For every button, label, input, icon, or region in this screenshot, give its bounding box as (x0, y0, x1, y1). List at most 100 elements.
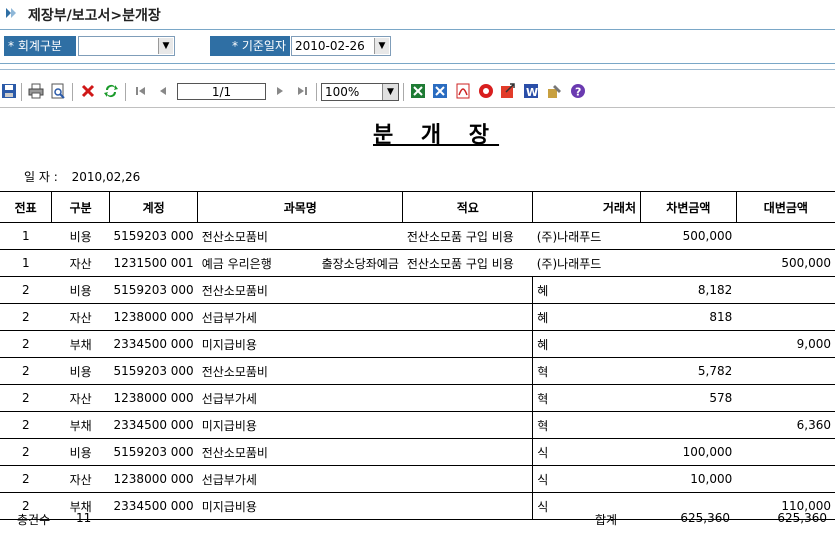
cell-partner: 혁 (532, 384, 641, 412)
cell-partner: 혜 (532, 330, 641, 358)
cell-memo: 전산소모품 구입 비용 (402, 222, 533, 250)
cell-debit (640, 411, 737, 439)
cell-account: 1238000 000 (109, 384, 198, 412)
chevron-down-icon[interactable]: ▼ (158, 38, 173, 54)
cell-debit: 818 (640, 303, 737, 331)
account-type-select[interactable]: ▼ (78, 36, 175, 56)
table-row: 2 자산 1238000 000 선급부가세 식 10,000 (0, 465, 835, 493)
word-icon[interactable]: W (523, 83, 539, 99)
table-row: 2 자산 1238000 000 선급부가세 혁 578 (0, 384, 835, 412)
report-footer: 총건수 11 합계 625,360 625,360 (0, 507, 835, 531)
cell-type: 자산 (51, 303, 110, 331)
table-row: 2 자산 1238000 000 선급부가세 혜 818 (0, 303, 835, 331)
divider (0, 63, 835, 64)
separator (316, 83, 317, 101)
save-icon[interactable] (1, 83, 17, 99)
last-page-icon[interactable] (294, 83, 310, 99)
page-indicator[interactable]: 1/1 (177, 83, 266, 100)
cell-subject: 전산소모품비 (197, 276, 403, 304)
cell-debit: 5,782 (640, 357, 737, 385)
cell-subject: 전산소모품비 (197, 438, 403, 466)
acrobat-icon[interactable] (478, 83, 494, 99)
cell-subject: 미지급비용 (197, 330, 403, 358)
export-icon[interactable] (500, 83, 516, 99)
total-label: 합계 (595, 513, 618, 527)
cell-memo: 전산소모품 구입 비용 (402, 249, 533, 277)
cell-credit (736, 438, 835, 466)
cell-debit: 10,000 (640, 465, 737, 493)
next-page-icon[interactable] (272, 83, 288, 99)
date-value: 2010,02,26 (71, 170, 141, 184)
cell-subject: 전산소모품비 (197, 357, 403, 385)
cell-account: 5159203 000 (109, 222, 198, 250)
date-label: 일 자 : (24, 170, 58, 184)
print-preview-icon[interactable] (50, 83, 66, 99)
cell-debit: 8,182 (640, 276, 737, 304)
table-header: 전표 구분 계정 과목명 적요 거래처 차변금액 대변금액 (0, 191, 835, 223)
table-row: 2 비용 5159203 000 전산소모품비 혁 5,782 (0, 357, 835, 385)
svg-text:W: W (526, 86, 538, 99)
cell-credit: 9,000 (736, 330, 835, 358)
cell-partner: 혁 (532, 357, 641, 385)
cell-no: 2 (0, 465, 52, 493)
chevron-down-icon[interactable]: ▼ (374, 38, 389, 54)
col-header: 차변금액 (640, 191, 737, 223)
excel-export-icon[interactable] (432, 83, 448, 99)
help-icon[interactable]: ? (570, 83, 586, 99)
cell-type: 자산 (51, 249, 110, 277)
cell-subject: 전산소모품비 (197, 222, 403, 250)
col-header: 전표 (0, 191, 52, 223)
cell-credit (736, 465, 835, 493)
base-date-label: * 기준일자 (210, 36, 290, 56)
print-icon[interactable] (28, 83, 44, 99)
cell-subject: 선급부가세 (197, 303, 403, 331)
cell-credit (736, 384, 835, 412)
cell-no: 2 (0, 384, 52, 412)
chevron-down-icon[interactable]: ▼ (382, 84, 398, 100)
total-credit: 625,360 (777, 511, 827, 525)
cell-memo (402, 357, 533, 385)
settings-icon[interactable] (547, 83, 563, 99)
cell-type: 비용 (51, 357, 110, 385)
close-icon[interactable] (80, 83, 96, 99)
cell-credit (736, 303, 835, 331)
cell-credit (736, 276, 835, 304)
table-row: 2 부채 2334500 000 미지급비용 혁 6,360 (0, 411, 835, 439)
total-debit: 625,360 (680, 511, 730, 525)
filter-bar: * 회계구분 ▼ * 기준일자 2010-02-26 ▼ (0, 32, 835, 60)
cell-subject: 미지급비용 (197, 411, 403, 439)
first-page-icon[interactable] (133, 83, 149, 99)
excel-icon[interactable] (410, 83, 426, 99)
cell-type: 자산 (51, 465, 110, 493)
cell-credit: 500,000 (736, 249, 835, 277)
account-type-label: * 회계구분 (4, 36, 76, 56)
pdf-icon[interactable] (455, 83, 471, 99)
divider (0, 29, 835, 30)
col-header: 과목명 (197, 191, 403, 223)
cell-account: 2334500 000 (109, 411, 198, 439)
cell-type: 비용 (51, 222, 110, 250)
cell-no: 2 (0, 303, 52, 331)
cell-no: 2 (0, 411, 52, 439)
col-header: 구분 (51, 191, 110, 223)
cell-partner: 식 (532, 438, 641, 466)
cell-subject: 예금 우리은행 출장소당좌예금 (197, 249, 403, 277)
report-toolbar: W ? (0, 80, 835, 104)
table-row: 2 부채 2334500 000 미지급비용 혜 9,000 (0, 330, 835, 358)
zoom-select[interactable]: 100% ▼ (321, 83, 399, 101)
cell-account: 2334500 000 (109, 330, 198, 358)
cell-type: 비용 (51, 438, 110, 466)
cell-debit (640, 249, 737, 277)
cell-account: 1238000 000 (109, 465, 198, 493)
cell-type: 부채 (51, 330, 110, 358)
prev-page-icon[interactable] (155, 83, 171, 99)
refresh-icon[interactable] (103, 83, 119, 99)
divider (0, 69, 835, 70)
cell-partner: 혜 (532, 303, 641, 331)
cell-memo (402, 303, 533, 331)
cell-account: 1238000 000 (109, 303, 198, 331)
col-header: 계정 (109, 191, 198, 223)
base-date-select[interactable]: 2010-02-26 ▼ (291, 36, 391, 56)
svg-text:?: ? (575, 86, 581, 99)
report-title: 분 개 장 (373, 123, 500, 148)
